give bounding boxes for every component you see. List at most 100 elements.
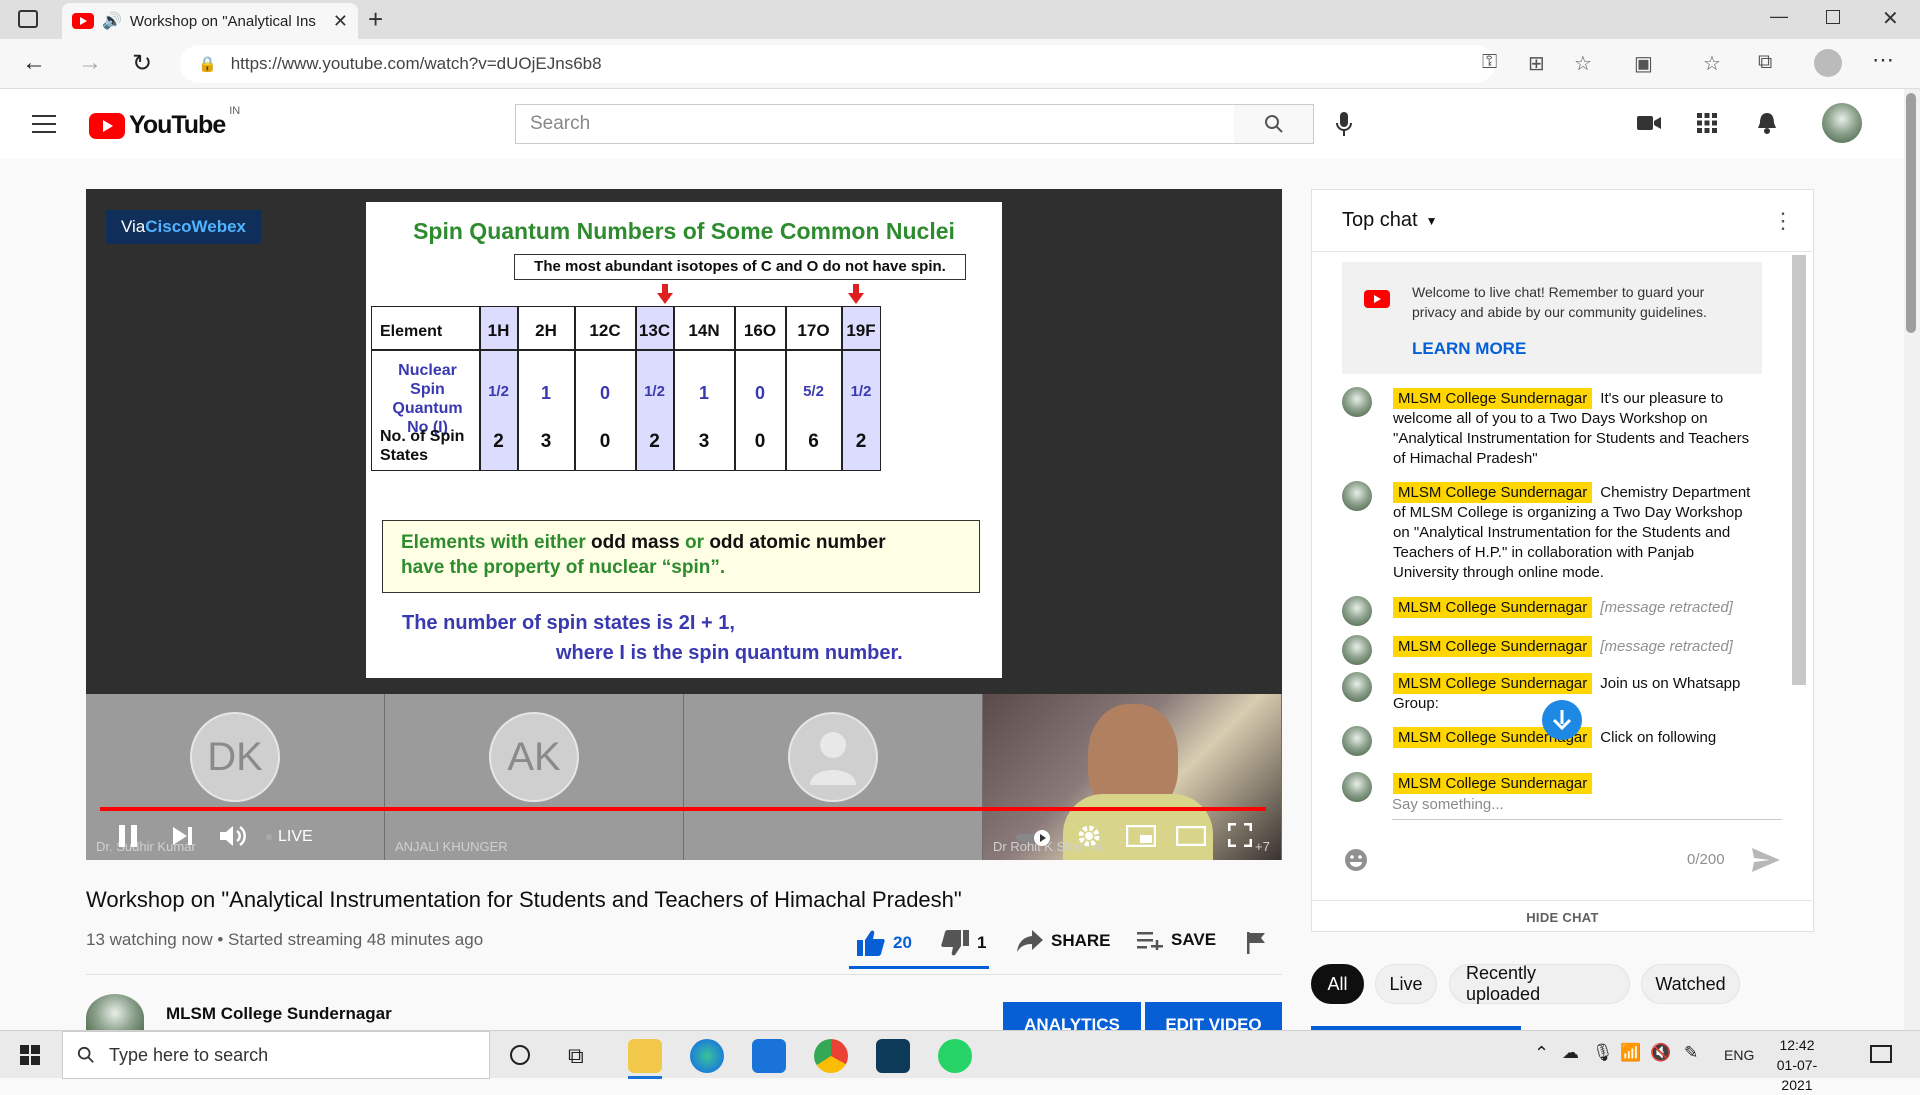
chip-all[interactable]: All <box>1311 964 1364 1004</box>
progress-track[interactable] <box>100 807 1266 811</box>
chat-message[interactable]: MLSM College Sundernagar It's our pleasur… <box>1342 387 1762 473</box>
tray-chevron-icon[interactable]: ⌃ <box>1534 1043 1549 1064</box>
chat-mode-selector[interactable]: Top chat <box>1342 209 1418 232</box>
whatsapp-icon[interactable] <box>938 1039 972 1073</box>
new-tab-icon[interactable]: + <box>368 4 383 35</box>
dropdown-caret-icon[interactable]: ▼ <box>1426 214 1438 228</box>
back-icon[interactable]: ← <box>22 49 46 77</box>
taskbar-search-box[interactable]: Type here to search <box>62 1031 490 1079</box>
dislike-button[interactable]: 1 <box>941 930 986 956</box>
task-view-icon[interactable]: ⧉ <box>568 1043 584 1069</box>
minimize-icon[interactable]: — <box>1770 6 1788 27</box>
miniplayer-icon[interactable] <box>1126 825 1156 847</box>
chat-input[interactable]: Say something... <box>1392 796 1782 820</box>
learn-more-link[interactable]: LEARN MORE <box>1412 339 1526 359</box>
close-tab-icon[interactable]: ✕ <box>333 11 348 32</box>
page-scroll-thumb[interactable] <box>1906 93 1916 333</box>
hamburger-menu-icon[interactable] <box>32 115 56 133</box>
author-avatar[interactable] <box>1342 772 1372 802</box>
create-video-icon[interactable] <box>1637 113 1661 133</box>
author-badge[interactable]: MLSM College Sundernagar <box>1393 482 1593 503</box>
chip-watched[interactable]: Watched <box>1641 964 1740 1004</box>
microphone-icon[interactable] <box>1335 111 1353 137</box>
collections-icon[interactable]: ⧉ <box>1758 51 1772 74</box>
chat-more-icon[interactable]: ⋮ <box>1772 208 1794 234</box>
chat-message[interactable]: MLSM College Sundernagar [message retract… <box>1342 635 1762 665</box>
user-avatar[interactable] <box>1822 103 1862 143</box>
refresh-icon[interactable]: ↻ <box>132 49 152 78</box>
tab-actions-icon[interactable] <box>18 10 38 28</box>
apps-grid-icon[interactable] <box>1697 113 1717 133</box>
browser-tab[interactable]: 🔊 Workshop on "Analytical Ins ✕ <box>62 3 358 39</box>
video-player[interactable]: Via CiscoWebex Spin Quantum Numbers of S… <box>86 189 1282 860</box>
scroll-to-bottom-button[interactable] <box>1542 700 1582 740</box>
chat-header: Top chat ▼ ⋮ <box>1312 190 1813 252</box>
chip-recently-uploaded[interactable]: Recently uploaded <box>1449 963 1630 1004</box>
mic-tray-icon[interactable]: 🎙 <box>1592 1043 1614 1063</box>
windows-start-icon[interactable] <box>20 1045 40 1065</box>
extension-icon[interactable]: ▣ <box>1634 51 1653 76</box>
theater-mode-icon[interactable] <box>1176 826 1206 846</box>
speaker-icon[interactable]: 🔊 <box>102 11 122 31</box>
key-icon[interactable]: ⚿ <box>1482 51 1497 74</box>
pause-icon[interactable] <box>118 824 138 848</box>
mail-icon[interactable] <box>752 1039 786 1073</box>
chrome-icon[interactable] <box>814 1039 848 1073</box>
chat-message[interactable]: MLSM College Sundernagar <box>1342 772 1762 802</box>
chip-live[interactable]: Live <box>1375 964 1437 1004</box>
forward-icon[interactable]: → <box>78 49 102 77</box>
chat-scrollbar[interactable] <box>1792 255 1806 685</box>
author-avatar[interactable] <box>1342 672 1372 702</box>
pen-icon[interactable]: ✎ <box>1684 1043 1698 1063</box>
author-badge[interactable]: MLSM College Sundernagar <box>1393 597 1593 618</box>
save-button[interactable]: SAVE <box>1137 930 1216 950</box>
youtube-logo[interactable]: YouTube IN <box>89 105 240 140</box>
chat-message[interactable]: MLSM College Sundernagar Chemistry Depart… <box>1342 481 1762 581</box>
author-avatar[interactable] <box>1342 726 1372 756</box>
maximize-icon[interactable] <box>1826 10 1840 24</box>
hide-chat-button[interactable]: HIDE CHAT <box>1312 900 1813 933</box>
live-indicator[interactable]: LIVE <box>266 828 313 846</box>
author-avatar[interactable] <box>1342 635 1372 665</box>
close-window-icon[interactable]: ✕ <box>1882 6 1899 31</box>
autoplay-toggle[interactable] <box>1016 829 1052 847</box>
author-badge[interactable]: MLSM College Sundernagar <box>1393 636 1593 657</box>
channel-name[interactable]: MLSM College Sundernagar <box>166 1004 392 1024</box>
webex-app-icon[interactable] <box>876 1039 910 1073</box>
url-field[interactable]: 🔒 https://www.youtube.com/watch?v=dUOjEJ… <box>180 45 1495 83</box>
apps-icon[interactable]: ⊞ <box>1528 51 1545 76</box>
send-icon[interactable] <box>1752 848 1780 872</box>
clock[interactable]: 12:42 01-07-2021 <box>1762 1035 1832 1095</box>
like-button[interactable]: 20 <box>857 930 912 956</box>
page-scrollbar[interactable] <box>1904 89 1920 1030</box>
share-button[interactable]: SHARE <box>1017 930 1111 952</box>
author-badge[interactable]: MLSM College Sundernagar <box>1393 388 1593 409</box>
fullscreen-icon[interactable] <box>1228 823 1252 847</box>
more-menu-icon[interactable]: ⋯ <box>1872 47 1894 73</box>
cortana-icon[interactable] <box>510 1045 530 1065</box>
profile-avatar[interactable] <box>1814 49 1842 77</box>
next-icon[interactable] <box>173 827 193 845</box>
wifi-icon[interactable]: 📶 <box>1620 1043 1641 1063</box>
favorites-icon[interactable]: ☆ <box>1703 51 1721 76</box>
volume-icon[interactable] <box>218 822 246 850</box>
onedrive-icon[interactable]: ☁ <box>1562 1043 1579 1063</box>
volume-muted-icon[interactable]: 🔇 <box>1650 1043 1671 1063</box>
file-explorer-icon[interactable] <box>628 1039 662 1073</box>
author-badge[interactable]: MLSM College Sundernagar <box>1393 673 1593 694</box>
notification-center-icon[interactable] <box>1870 1045 1892 1063</box>
author-avatar[interactable] <box>1342 481 1372 511</box>
emoji-icon[interactable] <box>1344 848 1368 872</box>
language-indicator[interactable]: ENG <box>1724 1047 1754 1063</box>
report-flag-icon[interactable] <box>1247 932 1267 954</box>
search-button[interactable] <box>1234 104 1314 144</box>
settings-gear-icon[interactable] <box>1076 823 1102 849</box>
notifications-bell-icon[interactable] <box>1757 111 1777 135</box>
edge-browser-icon[interactable] <box>690 1039 724 1073</box>
search-input[interactable]: Search <box>515 104 1235 144</box>
author-badge[interactable]: MLSM College Sundernagar <box>1393 773 1593 794</box>
add-favorite-icon[interactable]: ☆ <box>1574 51 1592 76</box>
author-avatar[interactable] <box>1342 387 1372 417</box>
chat-message[interactable]: MLSM College Sundernagar [message retract… <box>1342 596 1762 626</box>
author-avatar[interactable] <box>1342 596 1372 626</box>
